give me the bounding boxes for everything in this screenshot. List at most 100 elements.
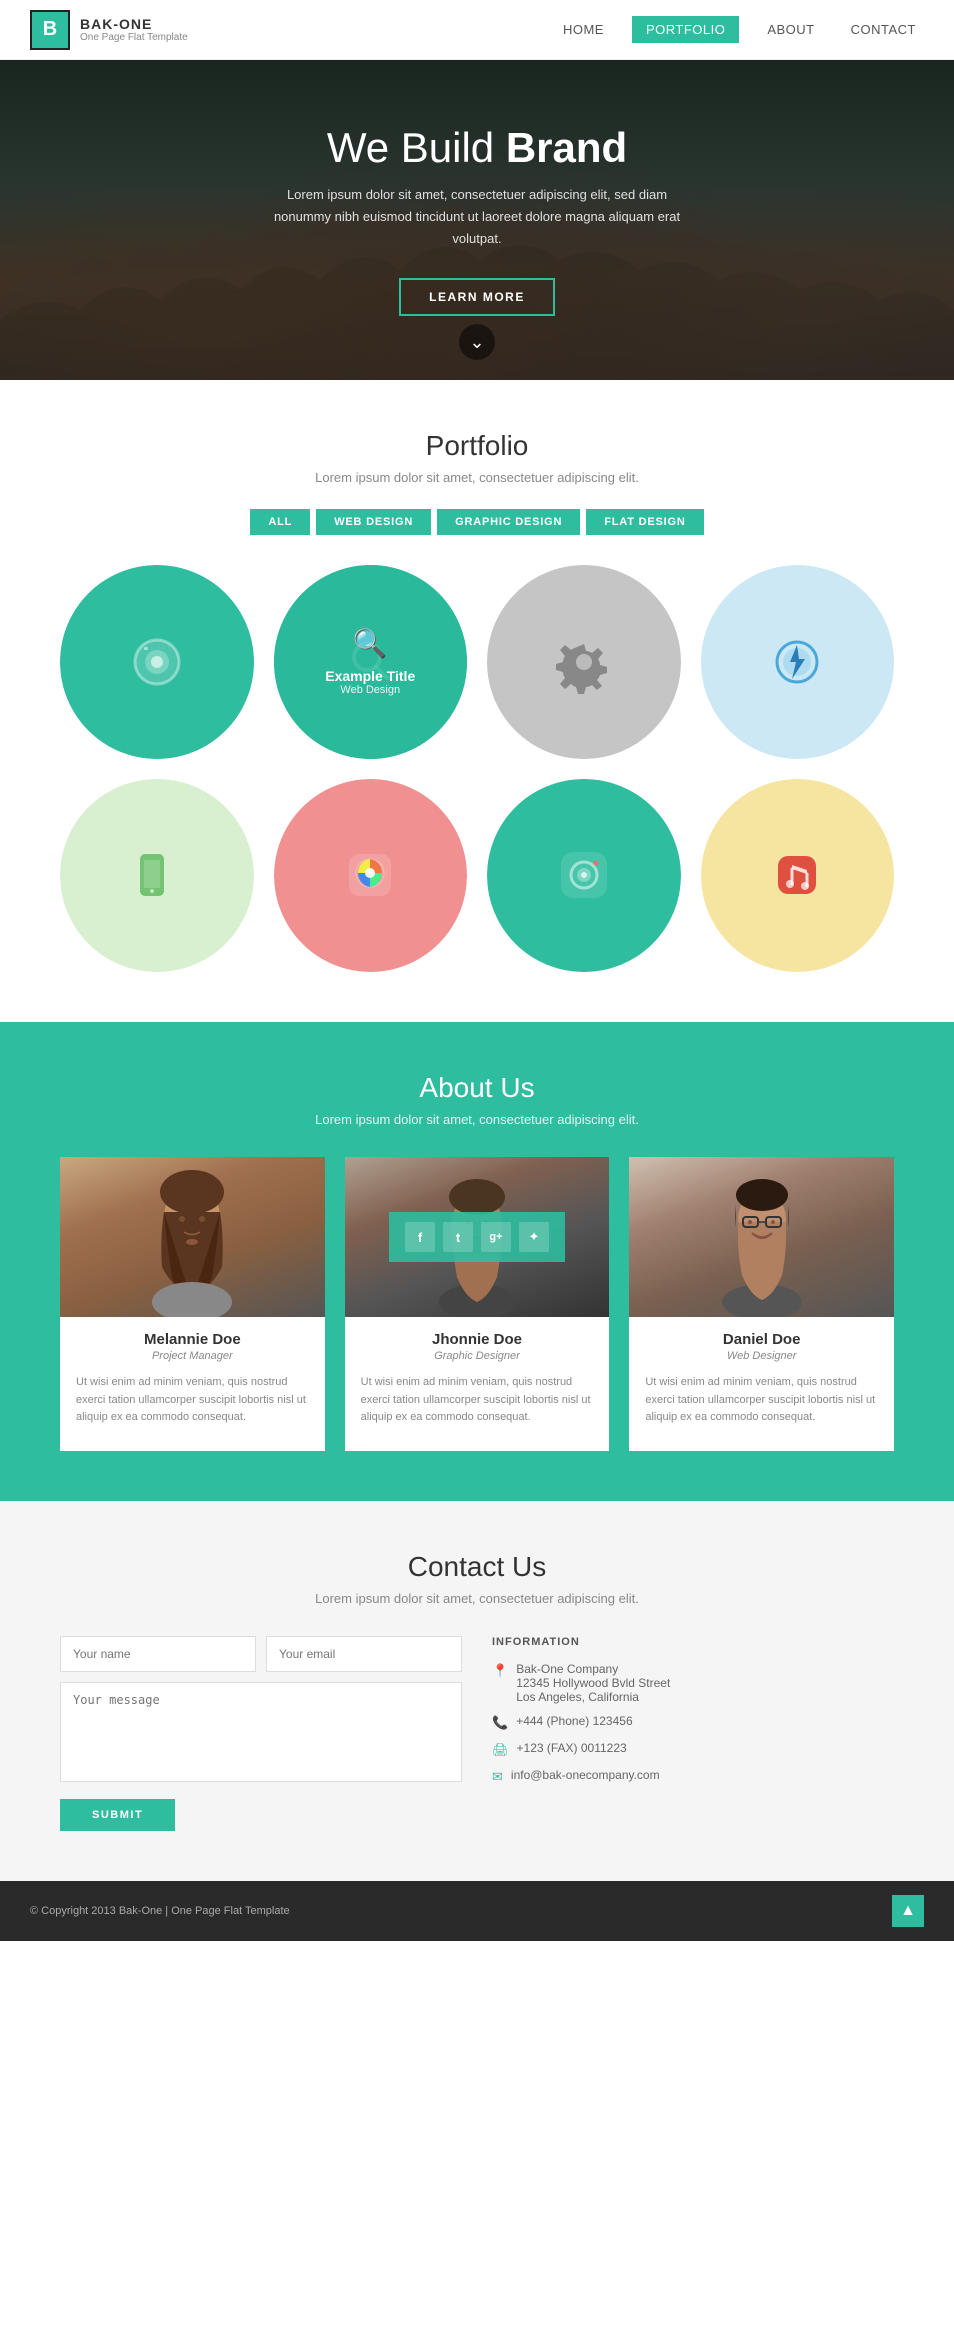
overlay-title-4: Example Title [752,668,842,684]
email-address: info@bak-onecompany.com [511,1768,660,1782]
about-title: About Us [60,1072,894,1104]
company-city: Los Angeles, California [516,1690,670,1704]
team-card-2: f t g+ ✦ Jhonnie Doe Graphic Designer Ut… [345,1157,610,1451]
filter-graphicdesign[interactable]: Graphic Design [437,509,580,535]
team-role-2: Graphic Designer [345,1350,610,1362]
portfolio-item-7[interactable]: 🔍 Example Title Web Design [487,779,681,973]
team-role-3: Web Designer [629,1350,894,1362]
portfolio-item-3[interactable]: 🔍 Example Title Graphic Design [487,565,681,759]
email-input[interactable] [266,1636,462,1672]
contact-section: Contact Us Lorem ipsum dolor sit amet, c… [0,1501,954,1881]
hero-description: Lorem ipsum dolor sit amet, consectetuer… [267,184,687,250]
portfolio-item-1[interactable]: 🔍 Example Title Web Design [60,565,254,759]
team-photo-1 [60,1157,325,1317]
overlay-title-6: Example Title [325,882,415,898]
brand: B BAK-ONE One Page Flat Template [30,10,188,50]
social-twitter[interactable]: t [443,1222,473,1252]
team-name-2: Jhonnie Doe [345,1331,610,1348]
team-card-1: Melannie Doe Project Manager Ut wisi eni… [60,1157,325,1451]
portfolio-item-6[interactable]: 🔍 Example Title Graphic Design [274,779,468,973]
phone-icon: 📞 [492,1715,508,1731]
footer-copyright: © Copyright 2013 Bak-One | One Page Flat… [30,1905,290,1917]
portfolio-item-2[interactable]: 🔍 Example Title Web Design [274,565,468,759]
team-desc-3: Ut wisi enim ad minim veniam, quis nostr… [629,1374,894,1427]
message-input[interactable] [60,1682,462,1782]
filter-webdesign[interactable]: Web Design [316,509,431,535]
team-photo-3 [629,1157,894,1317]
overlay-type-2: Web Design [340,684,400,696]
social-facebook[interactable]: f [405,1222,435,1252]
name-input[interactable] [60,1636,256,1672]
filter-all[interactable]: All [250,509,310,535]
contact-grid: SUBMIT INFORMATION 📍 Bak-One Company 123… [60,1636,894,1831]
back-top-icon: ▲ [900,1902,916,1920]
portfolio-item-4[interactable]: 🔍 Example Title Flat Design [701,565,895,759]
overlay-title-7: Example Title [539,882,629,898]
contact-info: INFORMATION 📍 Bak-One Company 12345 Holl… [492,1636,894,1831]
company-street: 12345 Hollywood Bvld Street [516,1676,670,1690]
about-section: About Us Lorem ipsum dolor sit amet, con… [0,1022,954,1501]
fax-number: +123 (FAX) 0011223 [517,1741,627,1755]
social-googleplus[interactable]: g+ [481,1222,511,1252]
brand-text: BAK-ONE One Page Flat Template [80,16,188,43]
overlay-type-7: Web Design [554,898,614,910]
contact-title: Contact Us [60,1551,894,1583]
phone-number: +444 (Phone) 123456 [516,1714,632,1728]
hero-content: We Build Brand Lorem ipsum dolor sit ame… [267,124,687,316]
team-photo-2: f t g+ ✦ [345,1157,610,1317]
info-section-label: INFORMATION [492,1636,894,1648]
location-icon: 📍 [492,1663,508,1679]
filter-flatdesign[interactable]: Flat Design [586,509,703,535]
overlay-title-1: Example Title [112,668,202,684]
contact-form: SUBMIT [60,1636,462,1831]
footer: © Copyright 2013 Bak-One | One Page Flat… [0,1881,954,1941]
scroll-down-button[interactable]: ⌄ [459,324,495,360]
team-name-1: Melannie Doe [60,1331,325,1348]
overlay-title-3: Example Title [539,668,629,684]
nav-about[interactable]: ABOUT [759,18,822,41]
team-grid: Melannie Doe Project Manager Ut wisi eni… [60,1157,894,1451]
overlay-title-5: Example Title [112,882,202,898]
overlay-type-1: Web Design [127,684,187,696]
overlay-title-8: Example Title [752,882,842,898]
nav-links: HOME PORTFOLIO ABOUT CONTACT [555,16,924,43]
fax-icon: 🖨 [492,1742,509,1758]
hero-title: We Build Brand [267,124,687,172]
info-phone: 📞 +444 (Phone) 123456 [492,1714,894,1731]
info-fax: 🖨 +123 (FAX) 0011223 [492,1741,894,1758]
overlay-title-2: Example Title [325,668,415,684]
hero-section: We Build Brand Lorem ipsum dolor sit ame… [0,60,954,380]
navbar: B BAK-ONE One Page Flat Template HOME PO… [0,0,954,60]
info-email: ✉ info@bak-onecompany.com [492,1768,894,1785]
nav-home[interactable]: HOME [555,18,612,41]
team-name-3: Daniel Doe [629,1331,894,1348]
portfolio-item-8[interactable]: 🔍 Example Title Flat Design [701,779,895,973]
company-name: Bak-One Company [516,1662,670,1676]
overlay-type-3: Graphic Design [546,684,622,696]
overlay-type-6: Graphic Design [332,898,408,910]
info-address: 📍 Bak-One Company 12345 Hollywood Bvld S… [492,1662,894,1704]
portfolio-item-5[interactable]: 🔍 Example Title Web Design [60,779,254,973]
form-row-1 [60,1636,462,1672]
social-dribbble[interactable]: ✦ [519,1222,549,1252]
portfolio-section: Portfolio Lorem ipsum dolor sit amet, co… [0,380,954,1022]
filter-buttons: All Web Design Graphic Design Flat Desig… [60,509,894,535]
team-card-3: Daniel Doe Web Designer Ut wisi enim ad … [629,1157,894,1451]
overlay-type-8: Flat Design [769,898,825,910]
nav-portfolio[interactable]: PORTFOLIO [632,16,739,43]
overlay-type-4: Flat Design [769,684,825,696]
nav-contact[interactable]: CONTACT [843,18,924,41]
back-to-top-button[interactable]: ▲ [892,1895,924,1927]
learn-more-button[interactable]: LEARN MORE [399,278,555,316]
portfolio-title: Portfolio [60,430,894,462]
email-icon: ✉ [492,1769,503,1785]
portfolio-subtitle: Lorem ipsum dolor sit amet, consectetuer… [60,470,894,485]
overlay-type-5: Web Design [127,898,187,910]
team-role-1: Project Manager [60,1350,325,1362]
team-desc-1: Ut wisi enim ad minim veniam, quis nostr… [60,1374,325,1427]
brand-name: BAK-ONE [80,16,188,32]
team-desc-2: Ut wisi enim ad minim veniam, quis nostr… [345,1374,610,1427]
portfolio-overlay-2: 🔍 Example Title Web Design [274,565,468,759]
submit-button[interactable]: SUBMIT [60,1799,175,1831]
about-subtitle: Lorem ipsum dolor sit amet, consectetuer… [60,1112,894,1127]
